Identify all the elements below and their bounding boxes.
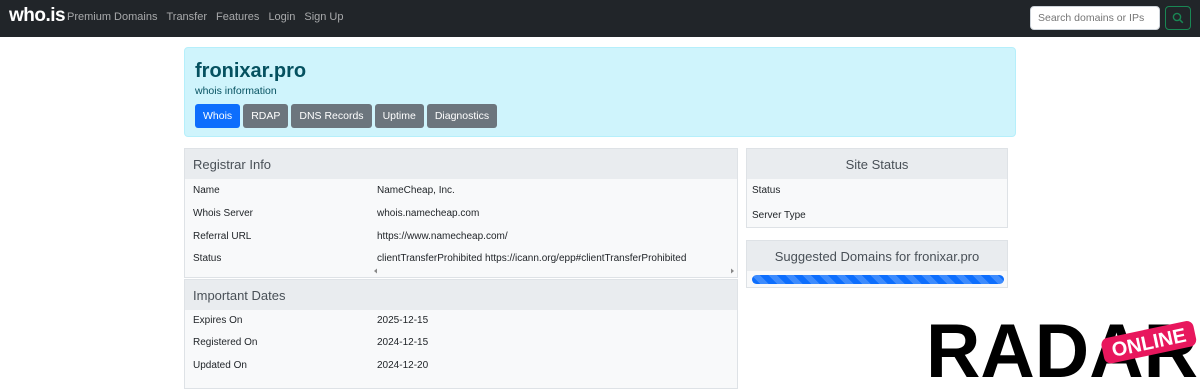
important-dates-card: Important Dates Expires On 2025-12-15 Re…	[184, 279, 738, 389]
search-icon	[1172, 12, 1184, 24]
domain-title: fronixar.pro	[195, 60, 307, 82]
tab-dns-records[interactable]: DNS Records	[291, 104, 372, 128]
suggested-domains-heading: Suggested Domains for fronixar.pro	[747, 241, 1007, 271]
info-tabs: Whois RDAP DNS Records Uptime Diagnostic…	[195, 104, 498, 128]
registrar-info-heading: Registrar Info	[185, 149, 737, 179]
site-status-card: Site Status Status Server Type	[746, 148, 1008, 228]
loading-progress-bar	[752, 275, 1004, 284]
tab-whois[interactable]: Whois	[195, 104, 241, 128]
registrar-info-card: Registrar Info Name NameCheap, Inc. Whoi…	[184, 148, 738, 278]
nav-link-login[interactable]: Login	[268, 11, 295, 23]
status-value: clientTransferProhibited https://icann.o…	[377, 253, 687, 264]
updated-on-label: Updated On	[193, 360, 247, 371]
nav-link-premium-domains[interactable]: Premium Domains	[67, 11, 157, 23]
whois-server-label: Whois Server	[193, 208, 254, 219]
server-type-label: Server Type	[752, 210, 806, 221]
brand-logo[interactable]: who.is	[9, 5, 66, 27]
updated-on-value: 2024-12-20	[377, 360, 429, 371]
registered-on-label: Registered On	[193, 337, 258, 348]
referral-url-label: Referral URL	[193, 231, 252, 242]
registrar-name-value: NameCheap, Inc.	[377, 185, 455, 196]
whois-server-value: whois.namecheap.com	[377, 208, 480, 219]
nav-link-transfer[interactable]: Transfer	[166, 11, 207, 23]
domain-header: fronixar.pro whois information Whois RDA…	[184, 47, 1016, 137]
scroll-right-arrow-icon	[731, 268, 734, 274]
suggested-domains-card: Suggested Domains for fronixar.pro	[746, 240, 1008, 288]
top-navbar: who.is Premium Domains Transfer Features…	[0, 0, 1200, 37]
status-label: Status	[193, 253, 222, 264]
horizontal-scrollbar[interactable]	[184, 264, 738, 276]
tab-uptime[interactable]: Uptime	[374, 104, 424, 128]
nav-links: Premium Domains Transfer Features Login …	[67, 11, 344, 23]
domain-subtitle: whois information	[195, 85, 277, 97]
expires-on-label: Expires On	[193, 315, 243, 326]
registered-on-value: 2024-12-15	[377, 337, 429, 348]
search-button[interactable]	[1165, 6, 1191, 30]
nav-link-sign-up[interactable]: Sign Up	[304, 11, 343, 23]
important-dates-heading: Important Dates	[185, 280, 737, 310]
registrar-name-label: Name	[193, 185, 220, 196]
radar-online-watermark: RADAR ONLINE	[926, 309, 1198, 389]
nav-link-features[interactable]: Features	[216, 11, 259, 23]
expires-on-value: 2025-12-15	[377, 315, 429, 326]
tab-diagnostics[interactable]: Diagnostics	[426, 104, 498, 128]
search-input[interactable]	[1030, 6, 1160, 30]
tab-rdap[interactable]: RDAP	[243, 104, 289, 128]
referral-url-value: https://www.namecheap.com/	[377, 231, 508, 242]
site-status-label: Status	[752, 185, 781, 196]
scroll-left-arrow-icon	[374, 268, 377, 274]
site-status-heading: Site Status	[747, 149, 1007, 179]
